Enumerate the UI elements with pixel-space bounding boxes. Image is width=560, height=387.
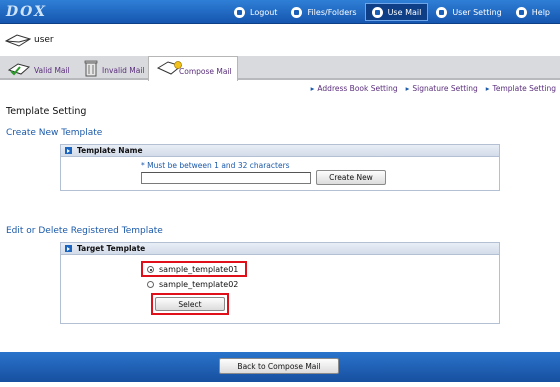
edit-section-title: Edit or Delete Registered Template <box>6 226 163 236</box>
nav-label: Logout <box>250 7 278 17</box>
template-option[interactable]: sample_template02 <box>147 280 238 289</box>
tab-label: Invalid Mail <box>102 66 145 75</box>
template-option[interactable]: sample_template01 <box>147 265 238 274</box>
create-section-title: Create New Template <box>6 128 103 138</box>
link-label: Template Setting <box>492 84 556 93</box>
tab-label: Valid Mail <box>34 66 70 75</box>
help-icon <box>515 6 527 18</box>
nav-user-setting[interactable]: User Setting <box>430 3 507 21</box>
tab-label: Compose Mail <box>179 67 232 76</box>
arrow-box-icon <box>65 245 72 252</box>
user-envelope-icon <box>5 34 31 47</box>
link-address-book-setting[interactable]: ▸ Address Book Setting <box>311 84 398 93</box>
page-title: Template Setting <box>6 106 87 117</box>
tab-compose-mail[interactable]: Compose Mail <box>148 56 238 81</box>
length-note: * Must be between 1 and 32 characters <box>141 161 290 170</box>
logout-icon <box>234 6 246 18</box>
panel-title: Target Template <box>77 244 146 253</box>
link-signature-setting[interactable]: ▸ Signature Setting <box>406 84 478 93</box>
back-to-compose-button[interactable]: Back to Compose Mail <box>219 358 339 374</box>
user-name: user <box>34 35 54 45</box>
app-logo: DOX <box>6 4 47 20</box>
nav-files-folders[interactable]: Files/Folders <box>285 3 362 21</box>
nav-label: Files/Folders <box>307 7 357 17</box>
chevron-right-icon: ▸ <box>310 84 315 93</box>
chevron-right-icon: ▸ <box>485 84 490 93</box>
target-template-panel: Target Template sample_template01 sample… <box>60 242 500 324</box>
files-icon <box>291 6 303 18</box>
arrow-box-icon <box>65 147 72 154</box>
create-new-button[interactable]: Create New <box>316 170 386 185</box>
panel-header: Target Template <box>61 243 499 255</box>
nav-logout[interactable]: Logout <box>228 3 283 21</box>
nav-label: Help <box>531 7 550 17</box>
chevron-right-icon: ▸ <box>405 84 410 93</box>
top-nav: Logout Files/Folders Use Mail User Setti… <box>228 3 556 21</box>
panel-header: Template Name <box>61 145 499 157</box>
tab-valid-mail[interactable]: Valid Mail <box>6 56 76 80</box>
link-label: Address Book Setting <box>317 84 398 93</box>
mail-tabs: Valid Mail Invalid Mail Compose Mail <box>0 56 560 81</box>
template-name-panel: Template Name * Must be between 1 and 32… <box>60 144 500 191</box>
nav-label: User Setting <box>452 7 502 17</box>
nav-use-mail[interactable]: Use Mail <box>364 3 429 21</box>
footer-bar: Back to Compose Mail <box>0 352 560 382</box>
radio-button[interactable] <box>147 281 154 288</box>
trash-icon <box>84 60 98 77</box>
option-label: sample_template01 <box>159 265 239 274</box>
compose-icon <box>157 61 183 75</box>
tab-invalid-mail[interactable]: Invalid Mail <box>80 56 146 80</box>
link-label: Signature Setting <box>412 84 478 93</box>
top-bar: DOX Logout Files/Folders Use Mail User S… <box>0 0 560 24</box>
mail-icon <box>371 6 383 18</box>
nav-label: Use Mail <box>387 7 422 17</box>
select-button[interactable]: Select <box>155 297 225 311</box>
envelope-check-icon <box>8 63 30 76</box>
link-template-setting[interactable]: ▸ Template Setting <box>486 84 556 93</box>
user-row: user <box>0 25 560 56</box>
radio-button[interactable] <box>147 266 154 273</box>
setting-links: ▸ Address Book Setting ▸ Signature Setting… <box>311 84 556 93</box>
option-label: sample_template02 <box>159 280 239 289</box>
template-name-input[interactable] <box>141 172 311 184</box>
nav-help[interactable]: Help <box>510 3 556 21</box>
panel-title: Template Name <box>77 146 143 155</box>
user-setting-icon <box>436 6 448 18</box>
